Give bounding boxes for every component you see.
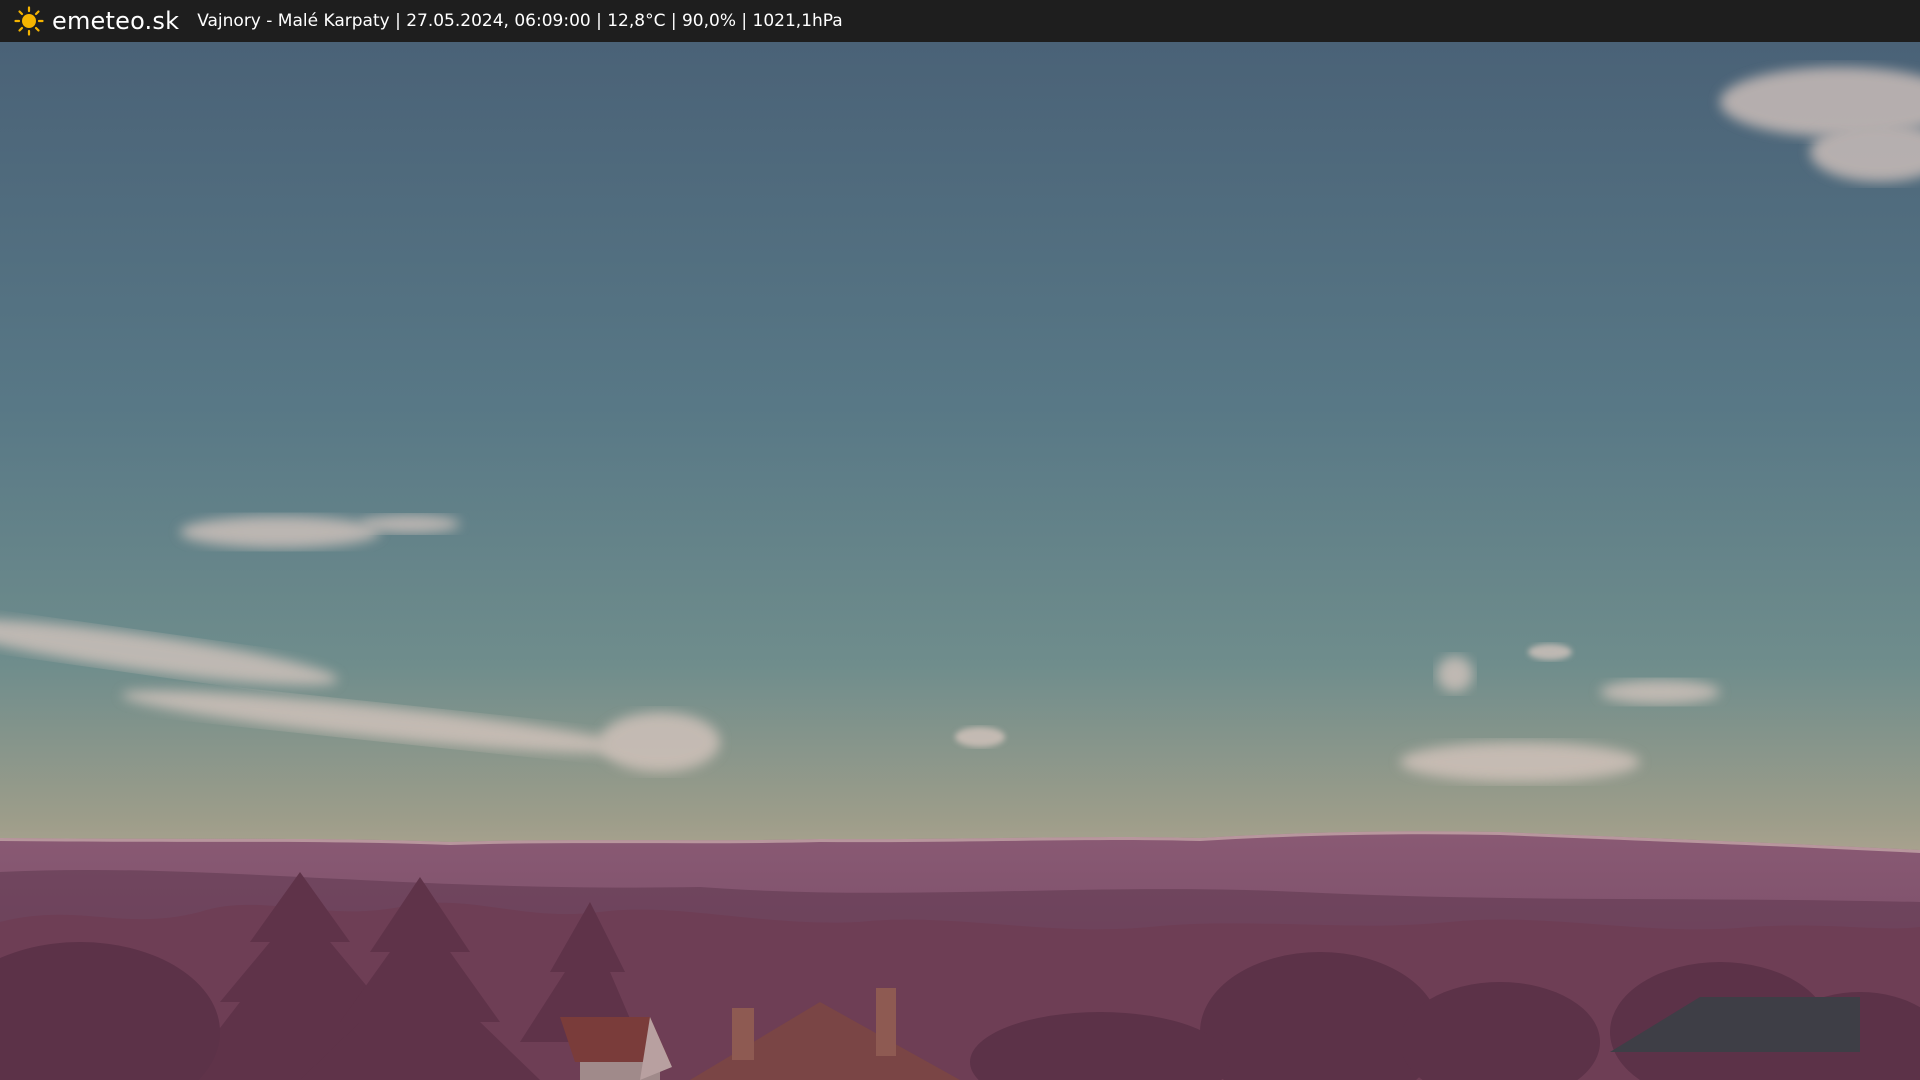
- brand-logo-text[interactable]: emeteo.sk: [52, 7, 179, 35]
- sun-icon: [14, 6, 44, 36]
- webcam-caption: Vajnory - Malé Karpaty | 27.05.2024, 06:…: [197, 11, 843, 31]
- webcam-image: [0, 42, 1920, 1080]
- webcam-title-bar: emeteo.sk Vajnory - Malé Karpaty | 27.05…: [0, 0, 1920, 42]
